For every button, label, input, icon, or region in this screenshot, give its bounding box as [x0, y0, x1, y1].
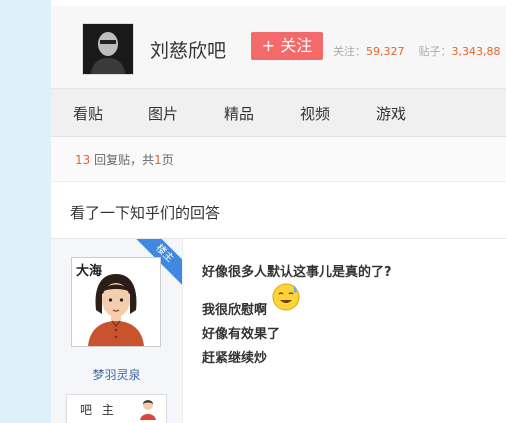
post-line: 赶紧继续炒 [202, 351, 268, 366]
posts-count: 3,343,88 [451, 45, 501, 58]
sweat-smile-emoji-icon [271, 282, 301, 312]
forum-title: 刘慈欣吧 [150, 40, 227, 62]
post-line: 我很欣慰啊 [202, 303, 268, 318]
post: 楼主 大海 梦羽灵泉 吧 主 好像很多人默认这事儿是真的了? 我很欣慰啊 好像有… [51, 239, 506, 423]
reply-info-bar: 13 回复贴，共1页 [51, 137, 506, 182]
left-background [0, 0, 51, 423]
tab-videos[interactable]: 视频 [300, 103, 330, 124]
forum-avatar[interactable] [82, 23, 134, 75]
forum-stats: 关注：59,327 贴子：3,343,88 [333, 43, 500, 59]
reply-count: 13 [75, 153, 91, 167]
author-column: 楼主 大海 梦羽灵泉 吧 主 [51, 239, 183, 423]
follow-button[interactable]: + 关注 [251, 32, 323, 60]
page-text: 页 [161, 153, 174, 167]
page-count: 1 [154, 153, 162, 167]
tab-posts[interactable]: 看贴 [73, 103, 103, 124]
thread-title: 看了一下知乎们的回答 [70, 204, 221, 222]
forum-nav: 看贴 图片 精品 视频 游戏 [51, 89, 506, 137]
post-line: 好像很多人默认这事儿是真的了? [202, 265, 392, 280]
posts-label: 贴子： [418, 45, 452, 58]
forum-header: 刘慈欣吧 + 关注 关注：59,327 贴子：3,343,88 [51, 6, 506, 89]
author-avatar[interactable]: 大海 [71, 257, 161, 347]
thread-title-bar: 看了一下知乎们的回答 [51, 182, 506, 239]
reply-summary: 13 回复贴，共1页 [75, 151, 174, 168]
tab-games[interactable]: 游戏 [376, 103, 406, 124]
post-line: 好像有效果了 [202, 327, 281, 342]
author-name[interactable]: 梦羽灵泉 [51, 366, 182, 383]
reply-text: 回复贴，共 [90, 153, 155, 167]
owner-icon [138, 398, 158, 420]
followers-label: 关注： [333, 45, 366, 58]
tab-featured[interactable]: 精品 [224, 103, 254, 124]
badge-label: 吧 主 [80, 403, 117, 417]
followers-count: 59,327 [366, 45, 405, 58]
forum-owner-badge: 吧 主 [66, 394, 167, 423]
avatar-calligraphy-mark: 大海 [76, 263, 102, 279]
main-panel: 刘慈欣吧 + 关注 关注：59,327 贴子：3,343,88 看贴 图片 精品 … [51, 0, 506, 423]
tab-images[interactable]: 图片 [148, 103, 178, 124]
